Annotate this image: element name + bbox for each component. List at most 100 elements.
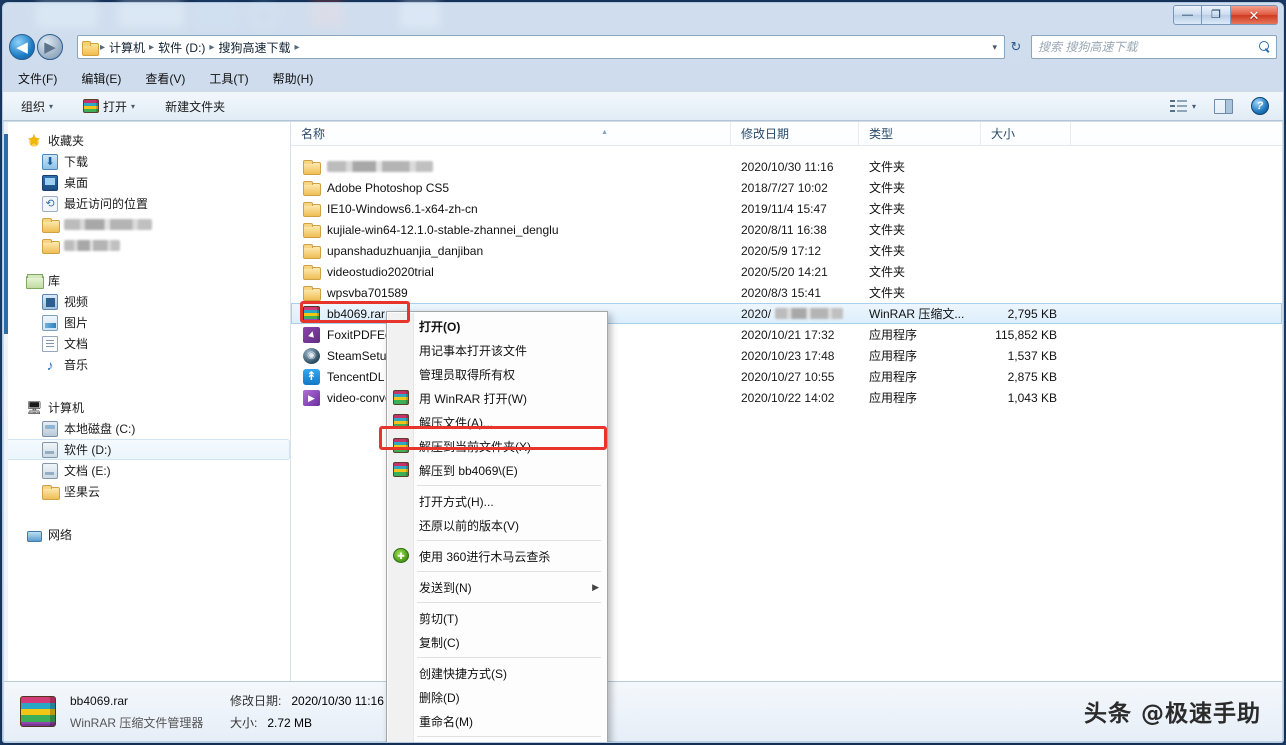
nav-group-libraries[interactable]: 库 [4, 270, 290, 291]
nav-scrollbar[interactable] [4, 122, 8, 682]
table-row[interactable]: wpsvba701589 2020/8/3 15:41 文件夹 [291, 282, 1282, 303]
breadcrumb-drive-d[interactable]: 软件 (D:) [155, 37, 208, 58]
column-header-row: 名称 修改日期 类型 大小 [291, 121, 1282, 146]
address-bar-row: ◀ ▶ ▸ 计算机 ▸ 软件 (D:) ▸ 搜狗高速下载 ▸ ▾ ↻ [3, 31, 1283, 63]
context-menu-item-extract-to-folder[interactable]: 解压到 bb4069\(E) [387, 458, 607, 482]
context-menu-item-rename[interactable]: 重命名(M) [387, 709, 607, 733]
nav-item-pictures[interactable]: 图片 [4, 312, 290, 333]
nav-item-recent-places[interactable]: 最近访问的位置 [4, 193, 290, 214]
context-menu-item-open-with-winrar[interactable]: 用 WinRAR 打开(W) [387, 386, 607, 410]
details-text-group: bb4069.rar 修改日期: 2020/10/30 11:16 WinRAR… [70, 692, 384, 731]
new-folder-button[interactable]: 新建文件夹 [157, 95, 233, 118]
table-row[interactable]: videostudio2020trial 2020/5/20 14:21 文件夹 [291, 261, 1282, 282]
close-button[interactable]: ✕ [1231, 5, 1278, 25]
context-menu-item-cut[interactable]: 剪切(T) [387, 606, 607, 630]
context-menu-item-restore-previous-versions[interactable]: 还原以前的版本(V) [387, 513, 607, 537]
details-row-primary: bb4069.rar 修改日期: 2020/10/30 11:16 [70, 692, 384, 709]
nav-group-computer[interactable]: 计算机 [4, 397, 290, 418]
menu-bar: 文件(F) 编辑(E) 查看(V) 工具(T) 帮助(H) [3, 67, 1283, 89]
file-size-cell: 2,795 KB [1007, 306, 1057, 321]
nav-item-nutstore[interactable]: 坚果云 [4, 481, 290, 502]
table-row[interactable]: Adobe Photoshop CS5 2018/7/27 10:02 文件夹 [291, 177, 1282, 198]
table-row[interactable]: upanshaduzhuanjia_danjiban 2020/5/9 17:1… [291, 240, 1282, 261]
maximize-button[interactable]: ❐ [1202, 5, 1231, 25]
context-menu-separator [417, 602, 601, 603]
menu-view[interactable]: 查看(V) [142, 68, 188, 89]
nav-group-label: 网络 [48, 528, 73, 542]
column-header-name[interactable]: 名称 [291, 121, 731, 146]
file-type-cell: 文件夹 [869, 160, 906, 174]
nav-item-label: 桌面 [64, 176, 89, 190]
menu-help[interactable]: 帮助(H) [270, 68, 317, 89]
column-header-type[interactable]: 类型 [859, 121, 981, 146]
nav-item-desktop[interactable]: 桌面 [4, 172, 290, 193]
context-menu-item-360-scan[interactable]: 使用 360进行木马云查杀 [387, 544, 607, 568]
context-menu-item-label: 解压到 bb4069\(E) [419, 463, 518, 478]
nav-group-network[interactable]: 网络 [4, 524, 290, 545]
nav-item-redacted-1[interactable] [4, 214, 290, 235]
context-menu-item-open-with[interactable]: 打开方式(H)... [387, 489, 607, 513]
nav-group-favorites[interactable]: 收藏夹 [4, 130, 290, 151]
column-header-size[interactable]: 大小 [981, 121, 1071, 146]
nav-item-redacted-2[interactable] [4, 235, 290, 256]
menu-file[interactable]: 文件(F) [15, 68, 60, 89]
preview-pane-button[interactable] [1206, 96, 1241, 117]
organize-button[interactable]: 组织 ▾ [13, 95, 61, 118]
nav-item-local-disk-c[interactable]: 本地磁盘 (C:) [4, 418, 290, 439]
nav-item-videos[interactable]: 视频 [4, 291, 290, 312]
context-menu-separator [417, 571, 601, 572]
search-input[interactable] [1036, 39, 1259, 55]
folder-icon [82, 40, 99, 56]
back-button[interactable]: ◀ [9, 34, 35, 60]
breadcrumb-bar[interactable]: ▸ 计算机 ▸ 软件 (D:) ▸ 搜狗高速下载 ▸ ▾ [77, 35, 1005, 59]
file-size-cell: 1,043 KB [1007, 390, 1057, 405]
nav-item-drive-e[interactable]: 文档 (E:) [4, 460, 290, 481]
preview-pane-icon [1214, 98, 1233, 114]
nav-item-drive-d[interactable]: 软件 (D:) [4, 439, 290, 460]
breadcrumb-separator: ▸ [209, 41, 215, 53]
context-menu-item-extract-files[interactable]: 解压文件(A)... [387, 410, 607, 434]
table-row[interactable]: kujiale-win64-12.1.0-stable-zhannei_deng… [291, 219, 1282, 240]
file-date-cell: 2020/5/20 14:21 [741, 264, 828, 279]
chevron-down-icon[interactable]: ▾ [987, 42, 1002, 53]
menu-tools[interactable]: 工具(T) [206, 68, 251, 89]
context-menu-item-take-ownership[interactable]: 管理员取得所有权 [387, 362, 607, 386]
open-button[interactable]: 打开 ▾ [75, 95, 143, 118]
open-label: 打开 [103, 99, 128, 114]
nav-item-downloads[interactable]: 下载 [4, 151, 290, 172]
steam-icon [303, 347, 320, 364]
context-menu[interactable]: 打开(O) 用记事本打开该文件 管理员取得所有权 用 WinRAR 打开(W) … [386, 311, 608, 742]
help-button[interactable]: ? [1243, 94, 1277, 118]
context-menu-item-open-with-notepad[interactable]: 用记事本打开该文件 [387, 338, 607, 362]
context-menu-item-copy[interactable]: 复制(C) [387, 630, 607, 654]
context-menu-item-delete[interactable]: 删除(D) [387, 685, 607, 709]
context-menu-item-extract-here[interactable]: 解压到当前文件夹(X) [387, 434, 607, 458]
context-menu-item-create-shortcut[interactable]: 创建快捷方式(S) [387, 661, 607, 685]
file-name-label: bb4069.rar [327, 306, 386, 321]
context-menu-item-label: 使用 360进行木马云查杀 [419, 549, 551, 564]
breadcrumb-computer[interactable]: 计算机 [106, 37, 148, 58]
nav-item-documents[interactable]: 文档 [4, 333, 290, 354]
table-row[interactable]: IE10-Windows6.1-x64-zh-cn 2019/11/4 15:4… [291, 198, 1282, 219]
context-menu-item-send-to[interactable]: 发送到(N) ▶ [387, 575, 607, 599]
context-menu-item-open[interactable]: 打开(O) [387, 314, 607, 338]
file-size-cell: 1,537 KB [1007, 348, 1057, 363]
context-menu-item-properties[interactable]: 属性(R) [387, 740, 607, 742]
network-icon [26, 527, 42, 543]
minimize-button[interactable]: — [1173, 5, 1202, 25]
column-header-date-modified[interactable]: 修改日期 [731, 121, 859, 146]
forward-button[interactable]: ▶ [37, 34, 63, 60]
file-size-cell: 2,875 KB [1007, 369, 1057, 384]
details-file-kind: WinRAR 压缩文件管理器 [70, 716, 204, 730]
nav-item-label: 下载 [64, 155, 89, 169]
breadcrumb-current-folder[interactable]: 搜狗高速下载 [215, 37, 293, 58]
table-row[interactable]: 2020/10/30 11:16 文件夹 [291, 156, 1282, 177]
refresh-button[interactable]: ↻ [1005, 39, 1027, 55]
change-view-button[interactable]: ▾ [1162, 95, 1204, 117]
search-box[interactable] [1031, 35, 1277, 59]
nav-item-music[interactable]: 音乐 [4, 354, 290, 375]
file-date-cell: 2020/8/11 16:38 [741, 222, 827, 237]
file-type-cell: 应用程序 [869, 349, 918, 363]
file-date-cell: 2020/10/22 14:02 [741, 390, 835, 405]
menu-edit[interactable]: 编辑(E) [78, 68, 124, 89]
